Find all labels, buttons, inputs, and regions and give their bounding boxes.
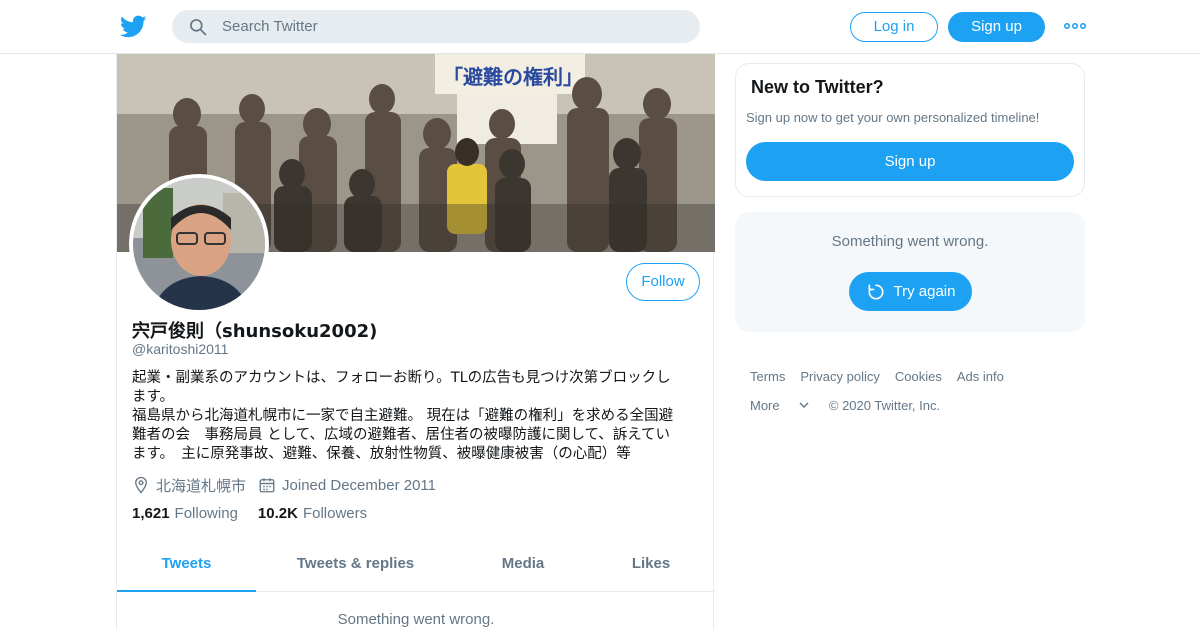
footer-link-privacy[interactable]: Privacy policy (800, 369, 879, 384)
sidebar-signup-button[interactable]: Sign up (746, 142, 1074, 181)
profile-meta: 北海道札幌市 Joined December 2011 (132, 474, 448, 496)
sidebar-error-card: Something went wrong. Try again (735, 212, 1085, 332)
more-dots-icon[interactable] (1064, 18, 1086, 34)
bio-line: 福島県から北海道札幌市に一家で自主避難。 現在は「避難の権利」を求める全国避 (132, 408, 674, 424)
new-to-twitter-card: New to Twitter? Sign up now to get your … (735, 63, 1085, 197)
search-icon (190, 19, 207, 36)
footer-link-terms[interactable]: Terms (750, 369, 785, 384)
signup-button[interactable]: Sign up (948, 12, 1045, 42)
try-again-button[interactable]: Try again (849, 272, 972, 311)
bio-line: 起業・副業系のアカウントは、フォローお断り。TLの広告も見つけ次第ブロックし (132, 370, 671, 386)
follow-button[interactable]: Follow (626, 263, 700, 301)
tab-tweets-replies[interactable]: Tweets & replies (283, 539, 428, 592)
avatar-photo (133, 178, 265, 310)
profile-location: 北海道札幌市 (132, 475, 246, 496)
banner-sign-text: 「避難の権利」 (443, 65, 583, 89)
search-input[interactable] (222, 10, 682, 43)
footer-copyright: © 2020 Twitter, Inc. (828, 398, 941, 413)
location-pin-icon (135, 476, 147, 494)
new-to-twitter-title: New to Twitter? (751, 77, 884, 97)
profile-handle[interactable]: @karitoshi2011 (132, 341, 228, 357)
following-label: Following (174, 505, 238, 522)
profile-column: 「避難の権利」 Follow 宍戸俊則（shunsoku2002) @karit… (116, 54, 715, 630)
profile-joined: Joined December 2011 (258, 476, 436, 494)
refresh-icon (868, 284, 884, 299)
sidebar-footer: Terms Privacy policy Cookies Ads info More … (750, 362, 1080, 420)
profile-bio: 起業・副業系のアカウントは、フォローお断り。TLの広告も見つけ次第ブロックし ま… (132, 369, 702, 464)
footer-link-cookies[interactable]: Cookies (895, 369, 942, 384)
search-box (172, 10, 700, 43)
following-count: 1,621 (132, 505, 170, 522)
new-to-twitter-subtitle: Sign up now to get your own personalized… (746, 110, 1040, 125)
bio-line: 難者の会 事務局員 として、広域の避難者、居住者の被曝防護に関して、訴えてい (132, 427, 671, 443)
sidebar-error-text: Something went wrong. (831, 233, 989, 250)
profile-tabs: Tweets Tweets & replies Media Likes (117, 539, 715, 592)
footer-more-label: More (750, 398, 780, 413)
tab-likes[interactable]: Likes (617, 539, 685, 592)
following-stat[interactable]: 1,621 Following (132, 505, 238, 522)
top-navigation-bar: Log in Sign up (0, 0, 1200, 54)
profile-stats: 1,621 Following 10.2K Followers (132, 505, 387, 522)
footer-link-ads-info[interactable]: Ads info (957, 369, 1004, 384)
followers-label: Followers (302, 505, 368, 522)
bio-line: ます。 主に原発事故、避難、保養、放射性物質、被曝健康被害（の心配）等 (132, 446, 631, 462)
chevron-down-icon (799, 402, 809, 408)
followers-stat[interactable]: 10.2K Followers (258, 505, 367, 522)
footer-more-button[interactable]: More (750, 398, 814, 413)
joined-text: Joined December 2011 (282, 476, 436, 494)
login-button[interactable]: Log in (850, 12, 938, 42)
location-text: 北海道札幌市 (156, 477, 247, 495)
tab-tweets[interactable]: Tweets (117, 539, 256, 592)
timeline-error-text: Something went wrong. (337, 611, 495, 628)
bio-line: ます。 (132, 389, 175, 405)
profile-avatar[interactable] (129, 174, 269, 314)
calendar-icon (259, 478, 275, 493)
twitter-bird-icon[interactable] (120, 13, 147, 40)
try-again-label: Try again (893, 283, 956, 300)
tab-media[interactable]: Media (477, 539, 569, 592)
followers-count: 10.2K (257, 505, 298, 522)
profile-name: 宍戸俊則（shunsoku2002) (132, 321, 378, 342)
